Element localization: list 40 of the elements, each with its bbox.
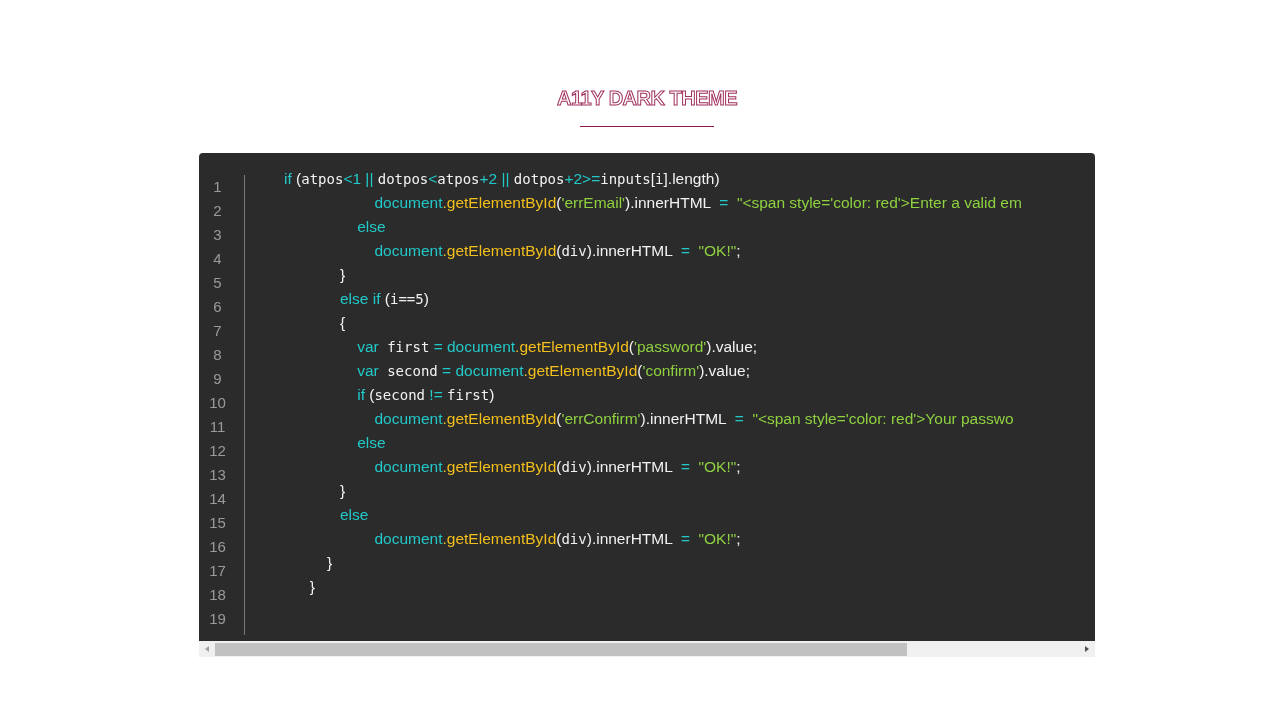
horizontal-scrollbar[interactable] (199, 641, 1095, 657)
line-number: 3 (213, 225, 222, 245)
line-number: 12 (209, 441, 226, 461)
code-line: var second = document.getElementById('confirm').value; (356, 361, 750, 381)
code-line: else if (i==5) (338, 289, 429, 309)
code-line: } (308, 577, 315, 597)
code-line: } (338, 265, 346, 285)
code-line: } (326, 553, 333, 573)
line-number: 17 (209, 561, 226, 581)
line-number: 5 (213, 273, 222, 293)
line-number: 14 (209, 489, 226, 509)
code-line: else (356, 217, 386, 237)
code-line: document.getElementById(div).innerHTML = "OK!"; (373, 241, 741, 261)
code-line: if (atpos<1 || dotpos<atpos+2 || dotpos+2>=inputs[i].length) (284, 169, 720, 189)
line-number: 19 (209, 609, 226, 629)
code-line: var first = document.getElementById('password').value; (356, 337, 758, 357)
code-line: else (338, 505, 369, 525)
line-number: 10 (209, 393, 226, 413)
line-number: 15 (209, 513, 226, 533)
page-title: A11Y DARK THEME (557, 86, 737, 111)
code-line: document.getElementById('errEmail').innerHTML = "<span style='color: red'>Enter a valid em (373, 193, 1022, 213)
code-line: document.getElementById(div).innerHTML = "OK!"; (373, 457, 741, 477)
line-number: 16 (209, 537, 226, 557)
code-line: document.getElementById(div).innerHTML = "OK!"; (373, 529, 741, 549)
code-line: document.getElementById('errConfirm').innerHTML = "<span style='color: red'>Your passwo (373, 409, 1014, 429)
line-number: 11 (209, 417, 226, 437)
code-line: else (356, 433, 386, 453)
line-number: 8 (213, 345, 222, 365)
code-line: { (338, 313, 346, 333)
code-line: } (338, 481, 346, 501)
scrollbar-thumb[interactable] (215, 642, 907, 656)
line-number: 4 (213, 249, 222, 269)
line-number: 6 (213, 297, 222, 317)
code-line: if (second != first) (356, 385, 495, 405)
line-number: 9 (213, 369, 222, 389)
line-number: 18 (209, 585, 226, 605)
line-number: 7 (213, 321, 222, 341)
line-number: 13 (209, 465, 226, 485)
line-number: 1 (213, 177, 222, 197)
line-number: 2 (213, 201, 222, 221)
